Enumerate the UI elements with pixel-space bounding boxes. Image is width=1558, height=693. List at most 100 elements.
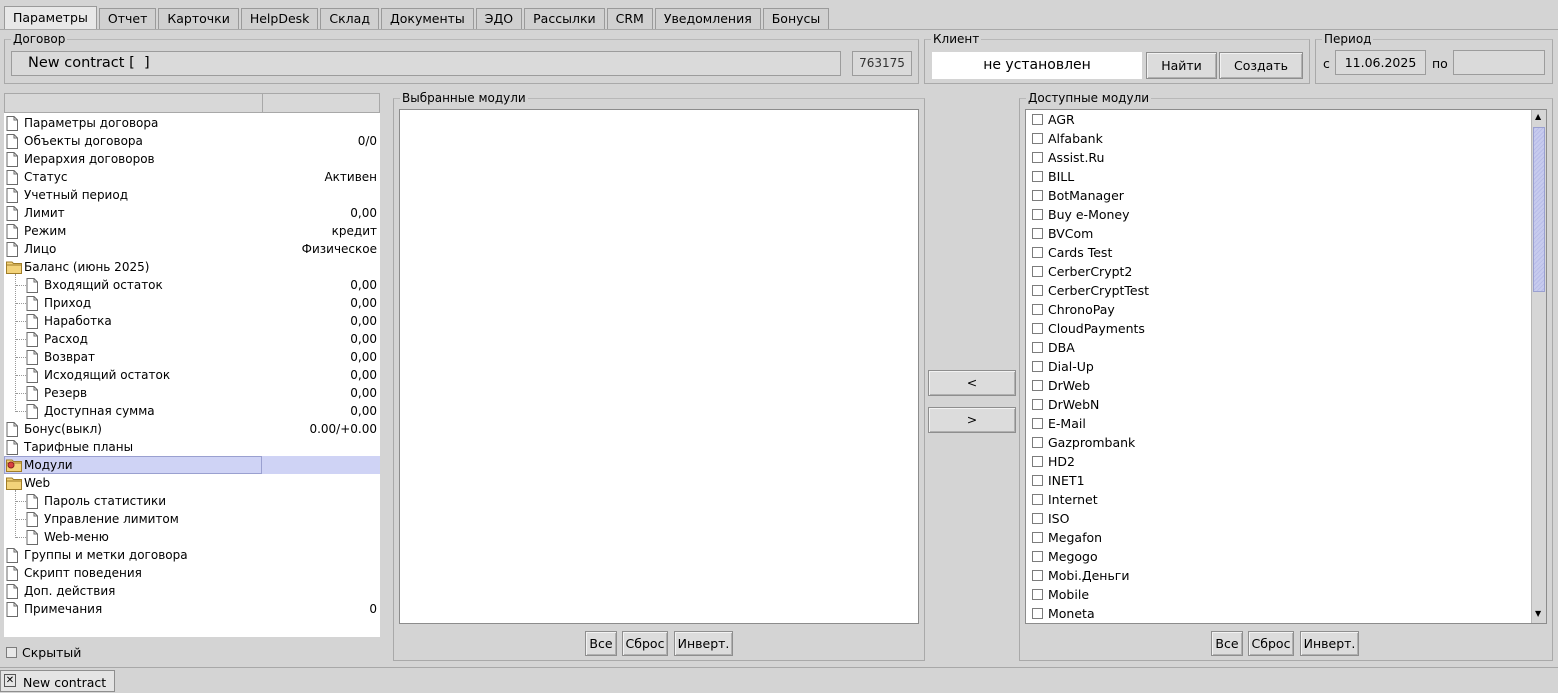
selected-all-button[interactable]: Все (585, 631, 617, 656)
tree-item[interactable]: Приход 0,00 (4, 294, 380, 312)
tab-0[interactable]: Параметры (4, 6, 97, 29)
tree-item[interactable]: Объекты договора 0/0 (4, 132, 380, 150)
tree-item[interactable]: Лимит 0,00 (4, 204, 380, 222)
module-checkbox[interactable] (1032, 570, 1043, 581)
tree-item[interactable]: Web (4, 474, 380, 492)
module-checkbox[interactable] (1032, 399, 1043, 410)
module-checkbox[interactable] (1032, 456, 1043, 467)
tree-item[interactable]: Тарифные планы (4, 438, 380, 456)
available-invert-button[interactable]: Инверт. (1300, 631, 1359, 656)
tree-item[interactable]: Модули (4, 456, 380, 474)
scroll-down-arrow-icon[interactable]: ▼ (1535, 609, 1541, 619)
tab-7[interactable]: Рассылки (524, 8, 605, 29)
contract-tree[interactable]: Параметры договора Объекты договора 0/0 Иер… (4, 93, 380, 637)
contract-name-field[interactable]: New contract [ ] (11, 51, 841, 76)
module-label: Mobi.Деньги (1048, 568, 1130, 583)
module-checkbox[interactable] (1032, 380, 1043, 391)
module-checkbox[interactable] (1032, 133, 1043, 144)
tree-item[interactable]: Исходящий остаток 0,00 (4, 366, 380, 384)
module-checkbox[interactable] (1032, 171, 1043, 182)
tree-item[interactable]: Наработка 0,00 (4, 312, 380, 330)
module-checkbox[interactable] (1032, 551, 1043, 562)
module-checkbox[interactable] (1032, 304, 1043, 315)
tree-item-value: 0 (369, 602, 377, 616)
module-checkbox[interactable] (1032, 114, 1043, 125)
tree-item-value: 0,00 (350, 350, 377, 364)
scroll-up-arrow-icon[interactable]: ▲ (1535, 112, 1541, 122)
module-label: Dial-Up (1048, 359, 1094, 374)
module-checkbox[interactable] (1032, 475, 1043, 486)
tree-item[interactable]: Возврат 0,00 (4, 348, 380, 366)
module-checkbox[interactable] (1032, 228, 1043, 239)
create-client-button[interactable]: Создать (1219, 52, 1303, 79)
move-left-button[interactable]: < (928, 370, 1016, 396)
find-client-button[interactable]: Найти (1146, 52, 1217, 79)
tree-item[interactable]: Пароль статистики (4, 492, 380, 510)
tree-item[interactable]: Режим кредит (4, 222, 380, 240)
tree-item-value: 0,00 (350, 278, 377, 292)
selected-modules-list[interactable] (399, 109, 919, 624)
move-right-button[interactable]: > (928, 407, 1016, 433)
tree-item[interactable]: Доступная сумма 0,00 (4, 402, 380, 420)
tree-item[interactable]: Скрипт поведения (4, 564, 380, 582)
tree-item[interactable]: Web-меню (4, 528, 380, 546)
client-field[interactable]: не установлен (932, 52, 1142, 79)
tree-item-label: Объекты договора (24, 134, 143, 148)
tab-6[interactable]: ЭДО (475, 8, 523, 29)
module-checkbox[interactable] (1032, 152, 1043, 163)
contract-name: New contract [ ] (28, 55, 150, 71)
tree-item[interactable]: Группы и метки договора (4, 546, 380, 564)
scroll-thumb[interactable] (1533, 127, 1545, 292)
period-from-field[interactable]: 11.06.2025 (1335, 50, 1426, 75)
document-icon (6, 134, 18, 149)
tab-4[interactable]: Склад (320, 8, 379, 29)
tree-item-label: Лицо (24, 242, 57, 256)
available-reset-button[interactable]: Сброс (1248, 631, 1294, 656)
period-to-field[interactable] (1453, 50, 1545, 75)
module-checkbox[interactable] (1032, 418, 1043, 429)
tab-5[interactable]: Документы (380, 8, 474, 29)
available-modules-list[interactable]: ▲ ▼ AGR Alfabank Assist.Ru BILL BotManager Bu… (1025, 109, 1547, 624)
module-checkbox[interactable] (1032, 361, 1043, 372)
module-checkbox[interactable] (1032, 608, 1043, 619)
tree-item[interactable]: Управление лимитом (4, 510, 380, 528)
module-checkbox[interactable] (1032, 285, 1043, 296)
available-all-button[interactable]: Все (1211, 631, 1243, 656)
tree-item[interactable]: Расход 0,00 (4, 330, 380, 348)
tab-8[interactable]: CRM (606, 8, 653, 29)
hidden-checkbox[interactable] (6, 647, 17, 658)
tree-item[interactable]: Входящий остаток 0,00 (4, 276, 380, 294)
module-checkbox[interactable] (1032, 323, 1043, 334)
selected-modules-group: Выбранные модули Все Сброс Инверт. (393, 91, 925, 661)
module-checkbox[interactable] (1032, 494, 1043, 505)
module-checkbox[interactable] (1032, 266, 1043, 277)
module-checkbox[interactable] (1032, 589, 1043, 600)
tree-item[interactable]: Бонус(выкл) 0.00/+0.00 (4, 420, 380, 438)
tree-item[interactable]: Учетный период (4, 186, 380, 204)
tree-item[interactable]: Примечания 0 (4, 600, 380, 618)
module-checkbox[interactable] (1032, 342, 1043, 353)
document-tab-new-contract[interactable]: ✕ New contract (0, 670, 115, 692)
tab-9[interactable]: Уведомления (654, 8, 761, 29)
module-checkbox[interactable] (1032, 513, 1043, 524)
selected-reset-button[interactable]: Сброс (622, 631, 668, 656)
module-checkbox[interactable] (1032, 437, 1043, 448)
module-checkbox[interactable] (1032, 190, 1043, 201)
tab-10[interactable]: Бонусы (762, 8, 830, 29)
tree-item[interactable]: Иерархия договоров (4, 150, 380, 168)
tree-item[interactable]: Доп. действия (4, 582, 380, 600)
tree-item[interactable]: Баланс (июнь 2025) (4, 258, 380, 276)
tree-item[interactable]: Параметры договора (4, 114, 380, 132)
selected-invert-button[interactable]: Инверт. (674, 631, 733, 656)
module-checkbox[interactable] (1032, 532, 1043, 543)
tree-item[interactable]: Статус Активен (4, 168, 380, 186)
available-modules-scrollbar[interactable]: ▲ ▼ (1531, 110, 1546, 623)
tree-item[interactable]: Резерв 0,00 (4, 384, 380, 402)
module-checkbox[interactable] (1032, 247, 1043, 258)
close-icon[interactable]: ✕ (4, 674, 16, 687)
tab-1[interactable]: Отчет (98, 8, 157, 29)
tab-3[interactable]: HelpDesk (240, 8, 319, 29)
module-checkbox[interactable] (1032, 209, 1043, 220)
tree-item[interactable]: Лицо Физическое (4, 240, 380, 258)
tab-2[interactable]: Карточки (158, 8, 239, 29)
